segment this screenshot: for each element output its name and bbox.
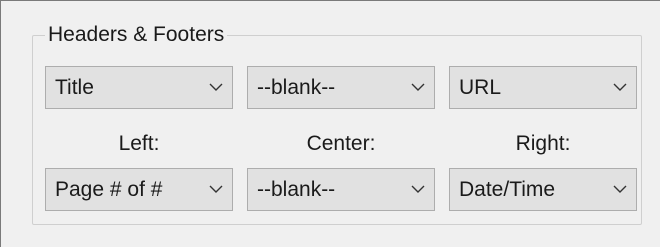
header-center-value: --blank--	[257, 75, 336, 99]
header-center-select[interactable]: --blank--	[247, 66, 435, 109]
center-label: Center:	[306, 132, 376, 155]
chevron-down-icon	[200, 169, 232, 210]
right-label: Right:	[515, 132, 571, 155]
footer-left-value: Page # of #	[55, 177, 163, 201]
footer-center-value: --blank--	[257, 177, 336, 201]
chevron-down-icon	[604, 67, 636, 108]
footer-right-select[interactable]: Date/Time	[449, 168, 637, 211]
page-setup-panel: Headers & Footers Title --blank-- URL Le…	[0, 0, 660, 247]
chevron-down-icon	[604, 169, 636, 210]
chevron-down-icon	[402, 67, 434, 108]
header-left-select[interactable]: Title	[45, 66, 233, 109]
footer-right-value: Date/Time	[459, 177, 556, 201]
left-label: Left:	[118, 132, 160, 155]
groupbox-title: Headers & Footers	[45, 21, 228, 49]
footer-left-select[interactable]: Page # of #	[45, 168, 233, 211]
header-right-select[interactable]: URL	[449, 66, 637, 109]
header-right-value: URL	[459, 75, 502, 99]
chevron-down-icon	[402, 169, 434, 210]
chevron-down-icon	[200, 67, 232, 108]
footer-center-select[interactable]: --blank--	[247, 168, 435, 211]
header-left-value: Title	[55, 75, 94, 99]
